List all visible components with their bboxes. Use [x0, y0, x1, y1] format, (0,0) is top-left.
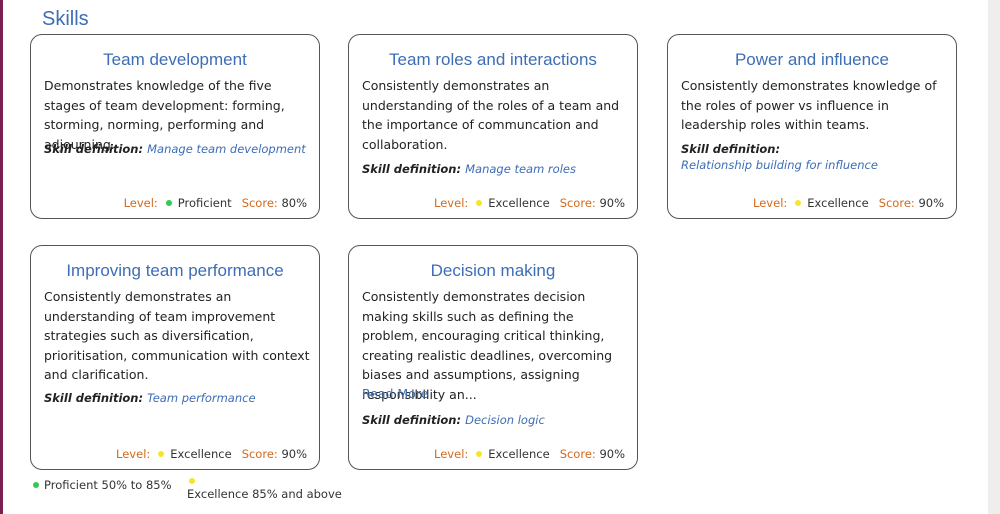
- excellence-dot-icon: [476, 199, 483, 206]
- skill-card: Decision making Consistently demonstrate…: [348, 245, 638, 470]
- skill-definition: Skill definition: Team performance: [44, 390, 314, 406]
- skill-definition-link[interactable]: Relationship building for influence: [681, 157, 951, 173]
- level-label: Level:: [434, 196, 469, 210]
- skill-definition-link[interactable]: Manage team roles: [465, 162, 576, 176]
- skill-card: Team development Demonstrates knowledge …: [30, 34, 320, 219]
- skill-title: Power and influence: [734, 50, 890, 69]
- level-value: Proficient: [177, 196, 232, 210]
- skill-card: Improving team performance Consistently …: [30, 245, 320, 470]
- skill-card: Power and influence Consistently demonst…: [667, 34, 957, 219]
- skill-footer: Level: Excellence Score: 90%: [753, 196, 944, 210]
- level-value: Excellence: [807, 196, 869, 210]
- skill-footer: Level: Proficient Score: 80%: [124, 196, 307, 210]
- skill-definition-label: Skill definition:: [44, 391, 144, 405]
- level-label: Level:: [434, 447, 469, 461]
- level-label: Level:: [123, 196, 158, 210]
- score-label: Score:: [559, 196, 596, 210]
- excellence-dot-icon: [189, 478, 195, 484]
- skill-title: Team roles and interactions: [389, 50, 597, 69]
- skill-title: Improving team performance: [66, 261, 284, 280]
- skill-definition-label: Skill definition:: [44, 142, 144, 156]
- skill-footer: Level: Excellence Score: 90%: [116, 447, 307, 461]
- skill-definition: Skill definition: Decision logic: [362, 412, 632, 428]
- skill-description: Consistently demonstrates an understandi…: [362, 78, 620, 152]
- score-value: 90%: [918, 196, 944, 210]
- skill-description: Consistently demonstrates an understandi…: [44, 289, 310, 382]
- skill-definition-link[interactable]: Decision logic: [465, 413, 545, 427]
- skill-footer: Level: Excellence Score: 90%: [434, 447, 625, 461]
- scrollbar-track[interactable]: [988, 0, 1000, 514]
- read-more-link[interactable]: Read More: [362, 386, 428, 401]
- skill-title: Team development: [103, 50, 247, 69]
- excellence-dot-icon: [158, 450, 165, 457]
- score-value: 90%: [599, 447, 625, 461]
- level-value: Excellence: [488, 447, 550, 461]
- level-value: Excellence: [488, 196, 550, 210]
- level-label: Level:: [116, 447, 151, 461]
- score-label: Score:: [241, 196, 278, 210]
- score-value: 80%: [281, 196, 307, 210]
- section-heading: Skills: [42, 8, 89, 30]
- skill-definition-label: Skill definition:: [362, 162, 462, 176]
- level-label: Level:: [753, 196, 788, 210]
- score-label: Score:: [878, 196, 915, 210]
- excellence-dot-icon: [795, 199, 802, 206]
- skill-definition-label: Skill definition:: [681, 142, 781, 156]
- score-value: 90%: [281, 447, 307, 461]
- skill-title: Decision making: [430, 261, 556, 280]
- skill-definition: Skill definition: Manage team roles: [362, 161, 632, 177]
- skill-definition-label: Skill definition:: [362, 413, 462, 427]
- skill-definition-link[interactable]: Manage team development: [147, 142, 306, 156]
- level-value: Excellence: [170, 447, 232, 461]
- proficient-dot-icon: [33, 482, 39, 488]
- skill-description: Consistently demonstrates knowledge of t…: [681, 78, 937, 132]
- score-label: Score:: [241, 447, 278, 461]
- legend-proficient: Proficient 50% to 85%: [44, 478, 172, 492]
- skill-card: Team roles and interactions Consistently…: [348, 34, 638, 219]
- proficient-dot-icon: [165, 199, 172, 206]
- score-label: Score:: [559, 447, 596, 461]
- excellence-dot-icon: [476, 450, 483, 457]
- legend-excellence: Excellence 85% and above: [187, 487, 342, 501]
- skill-definition: Skill definition: Manage team development: [44, 141, 314, 157]
- score-value: 90%: [599, 196, 625, 210]
- skill-definition: Skill definition: Relationship building …: [681, 141, 951, 173]
- skill-definition-link[interactable]: Team performance: [147, 391, 255, 405]
- skill-footer: Level: Excellence Score: 90%: [434, 196, 625, 210]
